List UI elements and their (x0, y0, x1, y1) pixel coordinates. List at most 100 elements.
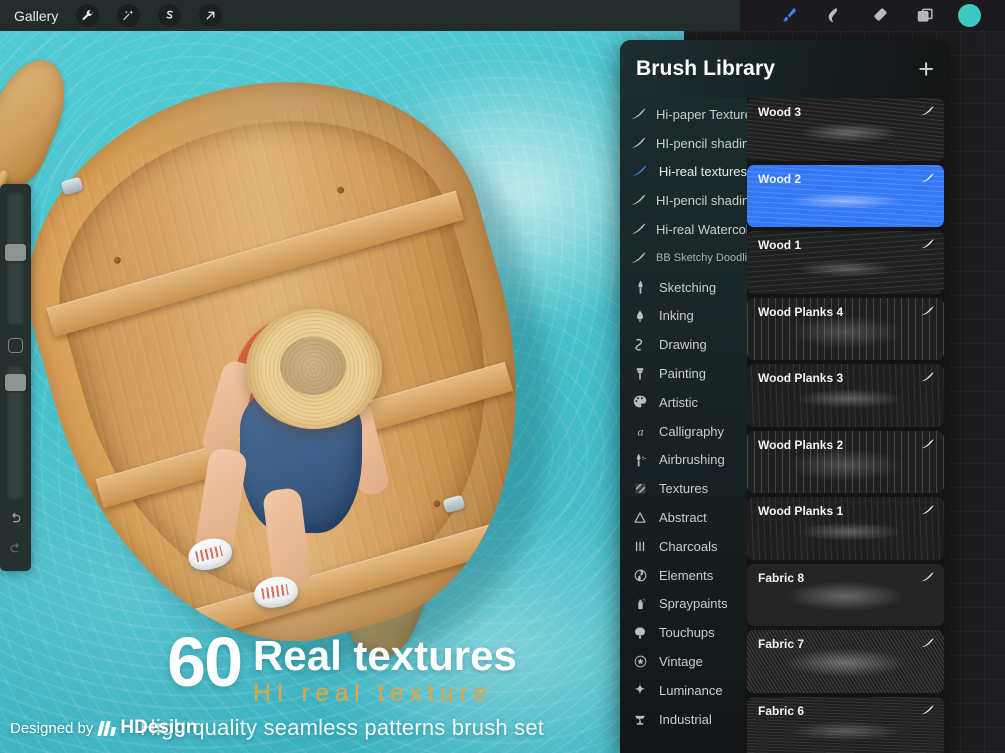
brush-category-item[interactable]: Touchups (620, 618, 747, 647)
brush-item[interactable]: Wood Planks 2 (747, 430, 944, 493)
actions-wrench-icon[interactable] (76, 4, 100, 27)
brush-category-item[interactable]: HI-pencil shading (620, 129, 747, 158)
brush-item[interactable]: Wood 3 (747, 98, 944, 161)
color-swatch[interactable] (958, 4, 982, 27)
brush-size-slider-handle[interactable] (5, 244, 26, 261)
brush-stroke-icon (920, 371, 935, 389)
opacity-slider-handle[interactable] (5, 374, 26, 391)
brush-category-item[interactable]: Spraypaints (620, 590, 747, 619)
brush-library-panel: Brush Library + Hi-paper Texture HI-penci… (620, 40, 950, 753)
brush-category-item[interactable]: Charcoals (620, 532, 747, 561)
eraser-icon[interactable] (867, 4, 893, 28)
artwork-credit: Designed by HDesign (10, 717, 197, 739)
top-toolbar-right-group (740, 0, 1005, 31)
brush-item[interactable]: Wood Planks 4 (747, 297, 944, 360)
brush-category-label: Sketching (659, 279, 717, 295)
brush-category-label: Drawing (659, 337, 707, 353)
brush-name: Wood 2 (758, 171, 802, 186)
brush-stroke-icon (630, 107, 647, 122)
brush-category-item[interactable]: a Calligraphy (620, 417, 747, 446)
brush-category-label: Spraypaints (659, 596, 728, 612)
brush-category-label: HI-pencil shading (656, 193, 747, 209)
selection-icon[interactable] (158, 4, 182, 27)
brush-stroke-icon (920, 105, 935, 123)
artwork-count: 60 (167, 623, 243, 702)
brush-list[interactable]: Wood 3 Wood 2 Wood 1 Wood Planks 4 Wood Plan… (747, 98, 950, 753)
transform-arrow-icon[interactable] (199, 4, 223, 27)
artwork-canvas[interactable]: 60 Real textures HI real texture High qu… (0, 31, 684, 753)
brush-name: Wood 1 (758, 238, 802, 252)
brush-name: Fabric 8 (758, 570, 805, 585)
brush-category-item[interactable]: Painting (620, 359, 747, 388)
paint-brush-icon[interactable] (776, 4, 802, 28)
brush-item-selected[interactable]: Wood 2 (747, 164, 944, 227)
brush-category-item[interactable]: Airbrushing (620, 446, 747, 475)
brush-name: Wood Planks 2 (758, 437, 844, 452)
artwork-headline: Real textures (253, 632, 517, 680)
brush-category-item[interactable]: Hi-real textures (620, 158, 747, 187)
redo-button[interactable] (5, 537, 27, 559)
undo-button[interactable] (5, 507, 27, 529)
brush-category-item[interactable]: BB Sketchy Doodling (620, 244, 747, 273)
smudge-icon[interactable] (821, 4, 847, 28)
adjustments-wand-icon[interactable] (117, 4, 141, 27)
brush-category-item[interactable]: Hi-paper Texture (620, 100, 747, 129)
brush-stroke-icon (630, 251, 647, 266)
brush-stroke-icon (630, 222, 647, 237)
brush-category-item[interactable]: Sketching (620, 273, 747, 302)
brush-category-item[interactable]: Artistic (620, 388, 747, 417)
add-brush-set-button[interactable]: + (918, 55, 934, 83)
brush-stroke-icon (630, 164, 650, 179)
brush-size-slider[interactable] (5, 192, 26, 325)
credit-brand: HDesign (120, 717, 198, 738)
brush-stroke-icon (920, 438, 935, 456)
credit-prefix: Designed by (10, 719, 94, 737)
brush-name: Fabric 6 (758, 703, 805, 718)
brush-category-item[interactable]: Elements (620, 561, 747, 590)
star-circle-icon (630, 654, 650, 669)
pencil-tip-icon (630, 279, 650, 295)
brush-category-item[interactable]: Luminance (620, 676, 747, 705)
brush-category-item[interactable]: Industrial (620, 705, 747, 734)
brush-stroke-icon (920, 238, 935, 256)
brush-stroke-icon (920, 704, 935, 722)
brush-category-label: HI-pencil shading (656, 135, 747, 151)
brush-item[interactable]: Fabric 6 (747, 696, 944, 753)
hdesign-logo-icon (97, 720, 117, 737)
anvil-icon (630, 712, 650, 727)
brush-item[interactable]: Wood 1 (747, 231, 944, 294)
brush-category-item[interactable]: Textures (620, 474, 747, 503)
brush-category-item[interactable]: Drawing (620, 330, 747, 359)
brush-category-list[interactable]: Hi-paper Texture HI-pencil shading Hi-real… (620, 98, 747, 753)
brush-category-label: Abstract (659, 510, 707, 526)
brush-stroke-icon (920, 305, 935, 323)
brush-item[interactable]: Fabric 7 (747, 630, 944, 693)
gallery-button[interactable]: Gallery (14, 8, 58, 24)
hat-crown (280, 337, 346, 395)
brush-category-item[interactable]: HI-pencil shading (620, 186, 747, 215)
brush-category-label: Hi-paper Texture (656, 106, 747, 122)
opacity-slider[interactable] (5, 366, 26, 499)
brush-item[interactable]: Wood Planks 1 (747, 497, 944, 560)
yin-yang-icon (630, 568, 650, 583)
brush-category-label: Industrial (659, 711, 712, 727)
rower-figure (185, 299, 406, 611)
brush-category-label: Artistic (659, 394, 698, 410)
layers-icon[interactable] (913, 4, 939, 28)
brush-category-label: Inking (659, 308, 694, 324)
brush-name: Wood Planks 1 (758, 504, 844, 518)
modify-button[interactable] (8, 338, 23, 353)
brush-category-label: Airbrushing (659, 452, 725, 468)
bars-icon (630, 539, 650, 554)
brush-category-item[interactable]: Vintage (620, 647, 747, 676)
brush-item[interactable]: Fabric 8 (747, 563, 944, 626)
hatch-square-icon (630, 481, 650, 496)
brush-item[interactable]: Wood Planks 3 (747, 364, 944, 427)
brush-category-item[interactable]: Inking (620, 302, 747, 331)
triangle-icon (630, 510, 650, 525)
brush-category-item[interactable]: Abstract (620, 503, 747, 532)
brush-name: Wood 3 (758, 105, 802, 119)
brush-category-item[interactable]: Hi-real Watercolor (620, 215, 747, 244)
brush-category-label: Elements (659, 567, 714, 583)
squiggle-icon (630, 337, 650, 353)
